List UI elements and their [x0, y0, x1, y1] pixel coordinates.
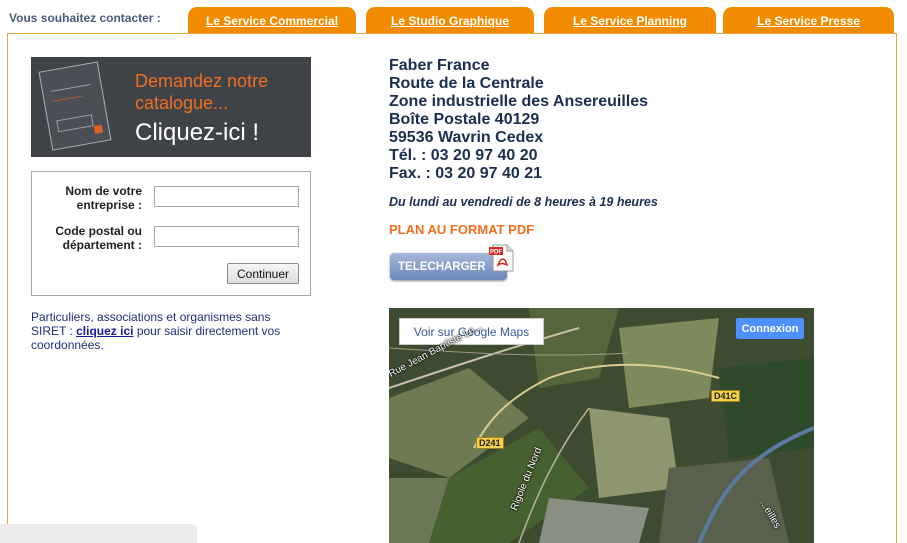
- road-label-d41c: D41C: [711, 390, 741, 402]
- map-login-button[interactable]: Connexion: [736, 318, 804, 339]
- opening-hours: Du lundi au vendredi de 8 heures à 19 he…: [389, 195, 658, 209]
- catalog-cta[interactable]: Cliquez-ici !: [135, 119, 259, 147]
- company-lookup-form: Nom de votre entreprise : Code postal ou…: [31, 171, 311, 296]
- postal-code-label: Code postal ou département :: [55, 224, 142, 252]
- address-line-phone: Tél. : 03 20 97 40 20: [389, 147, 538, 164]
- individuals-link[interactable]: cliquez ici: [76, 324, 133, 338]
- satellite-map[interactable]: Voir sur Google Maps Connexion D41C D241…: [389, 308, 814, 543]
- address-line-po-box: Boîte Postale 40129: [389, 111, 540, 128]
- pdf-file-icon[interactable]: PDF: [487, 243, 517, 273]
- address-line-fax: Fax. : 03 20 97 40 21: [389, 165, 542, 182]
- pdf-plan-title: PLAN AU FORMAT PDF: [389, 222, 535, 237]
- continue-button[interactable]: Continuer: [227, 263, 299, 284]
- contact-prompt: Vous souhaitez contacter :: [9, 11, 161, 25]
- postal-code-input[interactable]: [154, 226, 299, 247]
- address-line-zone: Zone industrielle des Ansereuilles: [389, 93, 649, 110]
- pdf-badge: PDF: [490, 250, 502, 256]
- browser-status-bar: [0, 524, 197, 543]
- catalog-headline: Demandez notre catalogue...: [135, 71, 269, 113]
- catalog-banner[interactable]: Demandez notre catalogue... Cliquez-ici …: [31, 57, 311, 157]
- tab-service-commercial[interactable]: Le Service Commercial: [188, 7, 356, 34]
- address-line-name: Faber France: [389, 57, 490, 74]
- road-label-d241: D241: [476, 437, 504, 449]
- company-name-input[interactable]: [154, 186, 299, 207]
- tab-service-planning[interactable]: Le Service Planning: [544, 7, 716, 34]
- address-line-city: 59536 Wavrin Cedex: [389, 129, 544, 146]
- tab-studio-graphique[interactable]: Le Studio Graphique: [366, 7, 534, 34]
- catalog-cover-image: [38, 61, 112, 151]
- address-line-street: Route de la Centrale: [389, 75, 544, 92]
- company-address: Faber France Route de la Centrale Zone i…: [389, 57, 648, 183]
- service-tabs: Le Service Commercial Le Studio Graphiqu…: [188, 7, 894, 34]
- company-name-label: Nom de votre entreprise :: [65, 184, 142, 212]
- tab-service-presse[interactable]: Le Service Presse: [723, 7, 894, 34]
- individuals-note: Particuliers, associations et organismes…: [31, 310, 291, 352]
